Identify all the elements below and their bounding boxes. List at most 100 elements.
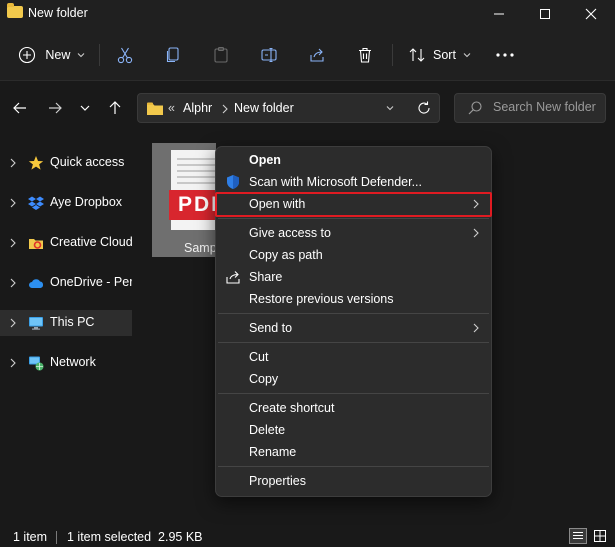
sidebar-item-label: Creative Cloud Files — [50, 235, 132, 249]
sidebar-item-label: OneDrive - Personal — [50, 275, 132, 289]
menu-item-cut[interactable]: Cut — [217, 346, 490, 368]
address-bar[interactable]: « Alphr New folder — [137, 93, 440, 123]
menu-item-give-access[interactable]: Give access to — [217, 222, 490, 244]
details-view-button[interactable] — [569, 528, 587, 544]
search-box[interactable] — [454, 93, 606, 123]
breadcrumb-overflow[interactable]: « — [168, 101, 175, 115]
sidebar-item-quick-access[interactable]: Quick access — [0, 150, 132, 176]
menu-item-label: Create shortcut — [249, 401, 335, 415]
star-icon — [28, 156, 44, 170]
menu-item-scan-defender[interactable]: Scan with Microsoft Defender... — [217, 171, 490, 193]
sidebar-item-creative-cloud[interactable]: Creative Cloud Files — [0, 230, 132, 256]
menu-item-copy[interactable]: Copy — [217, 368, 490, 390]
recent-locations-button[interactable] — [74, 97, 96, 119]
chevron-down-icon — [77, 53, 85, 58]
paste-button[interactable] — [208, 41, 234, 69]
cut-button[interactable] — [112, 41, 138, 69]
menu-item-label: Give access to — [249, 226, 331, 240]
menu-item-label: Delete — [249, 423, 286, 437]
menu-separator — [218, 466, 489, 467]
forward-button[interactable] — [44, 97, 66, 119]
share-icon — [226, 271, 240, 284]
copy-button[interactable] — [160, 41, 186, 69]
sort-icon — [409, 48, 425, 62]
share-icon — [310, 48, 324, 62]
menu-item-label: Share — [249, 270, 283, 284]
sort-button[interactable]: Sort — [404, 41, 474, 69]
menu-item-rename[interactable]: Rename — [217, 441, 490, 463]
close-button[interactable] — [568, 0, 614, 28]
maximize-button[interactable] — [522, 0, 568, 28]
thumbnail-view-icon — [594, 530, 606, 542]
sidebar-item-network[interactable]: Network — [0, 350, 132, 376]
menu-separator — [218, 313, 489, 314]
menu-item-delete[interactable]: Delete — [217, 419, 490, 441]
menu-item-label: Properties — [249, 474, 306, 488]
menu-item-label: Copy as path — [249, 248, 323, 262]
folder-icon — [7, 3, 23, 18]
menu-item-properties[interactable]: Properties — [217, 470, 490, 492]
sidebar-item-label: This PC — [50, 315, 95, 329]
minimize-button[interactable] — [476, 0, 522, 28]
search-input[interactable] — [493, 100, 603, 114]
dropbox-icon — [28, 196, 44, 210]
folder-icon — [147, 102, 163, 115]
menu-separator — [218, 393, 489, 394]
breadcrumb-item-alphr[interactable]: Alphr — [183, 101, 212, 115]
plus-circle-icon — [18, 46, 36, 64]
menu-separator — [218, 342, 489, 343]
up-button[interactable] — [104, 97, 126, 119]
sidebar-item-onedrive[interactable]: OneDrive - Personal — [0, 270, 132, 296]
menu-separator — [218, 218, 489, 219]
creative-cloud-icon — [29, 239, 43, 249]
more-icon — [496, 53, 514, 57]
status-item-count: 1 item — [13, 530, 48, 544]
chevron-right-icon — [10, 278, 16, 288]
sidebar-item-dropbox[interactable]: Aye Dropbox — [0, 190, 132, 216]
menu-item-create-shortcut[interactable]: Create shortcut — [217, 397, 490, 419]
menu-item-restore-previous-versions[interactable]: Restore previous versions — [217, 288, 490, 310]
menu-item-copy-as-path[interactable]: Copy as path — [217, 244, 490, 266]
breadcrumb-item-new-folder[interactable]: New folder — [234, 101, 294, 115]
file-name[interactable]: Sample — [184, 241, 216, 255]
menu-item-label: Open — [249, 153, 281, 167]
menu-item-share[interactable]: Share — [217, 266, 490, 288]
menu-item-send-to[interactable]: Send to — [217, 317, 490, 339]
sidebar-item-this-pc[interactable]: This PC — [0, 310, 132, 336]
window-title: New folder — [28, 6, 88, 20]
chevron-down-icon — [463, 53, 471, 58]
new-label: New — [45, 48, 71, 62]
refresh-icon — [418, 101, 430, 114]
status-divider — [56, 531, 57, 544]
status-selection: 1 item selected 2.95 KB — [67, 530, 203, 544]
arrow-right-icon — [49, 102, 62, 114]
new-button[interactable]: New — [14, 41, 86, 69]
more-options-button[interactable] — [490, 41, 520, 69]
chevron-right-icon — [473, 323, 479, 333]
sort-label: Sort — [433, 48, 456, 62]
sidebar-item-label: Aye Dropbox — [50, 195, 123, 209]
rename-icon — [261, 47, 277, 63]
back-button[interactable] — [9, 97, 31, 119]
toolbar-divider — [392, 44, 393, 66]
shield-icon — [227, 175, 239, 189]
thumbnail-view-button[interactable] — [592, 528, 610, 544]
menu-item-label: Rename — [249, 445, 297, 459]
delete-button[interactable] — [352, 41, 378, 69]
onedrive-icon — [29, 279, 44, 288]
menu-item-open[interactable]: Open — [217, 149, 490, 171]
chevron-right-icon — [222, 104, 228, 114]
menu-item-label: Restore previous versions — [249, 292, 394, 306]
chevron-right-icon — [10, 198, 16, 208]
menu-item-label: Copy — [249, 372, 279, 386]
monitor-icon — [29, 317, 43, 330]
menu-item-label: Send to — [249, 321, 293, 335]
menu-item-label: Scan with Microsoft Defender... — [249, 175, 422, 189]
rename-button[interactable] — [256, 41, 282, 69]
highlight-box — [215, 192, 492, 217]
chevron-down-icon — [386, 106, 394, 111]
trash-icon — [359, 47, 371, 63]
scissors-icon — [117, 47, 133, 64]
share-button[interactable] — [304, 41, 330, 69]
search-icon — [468, 101, 482, 115]
